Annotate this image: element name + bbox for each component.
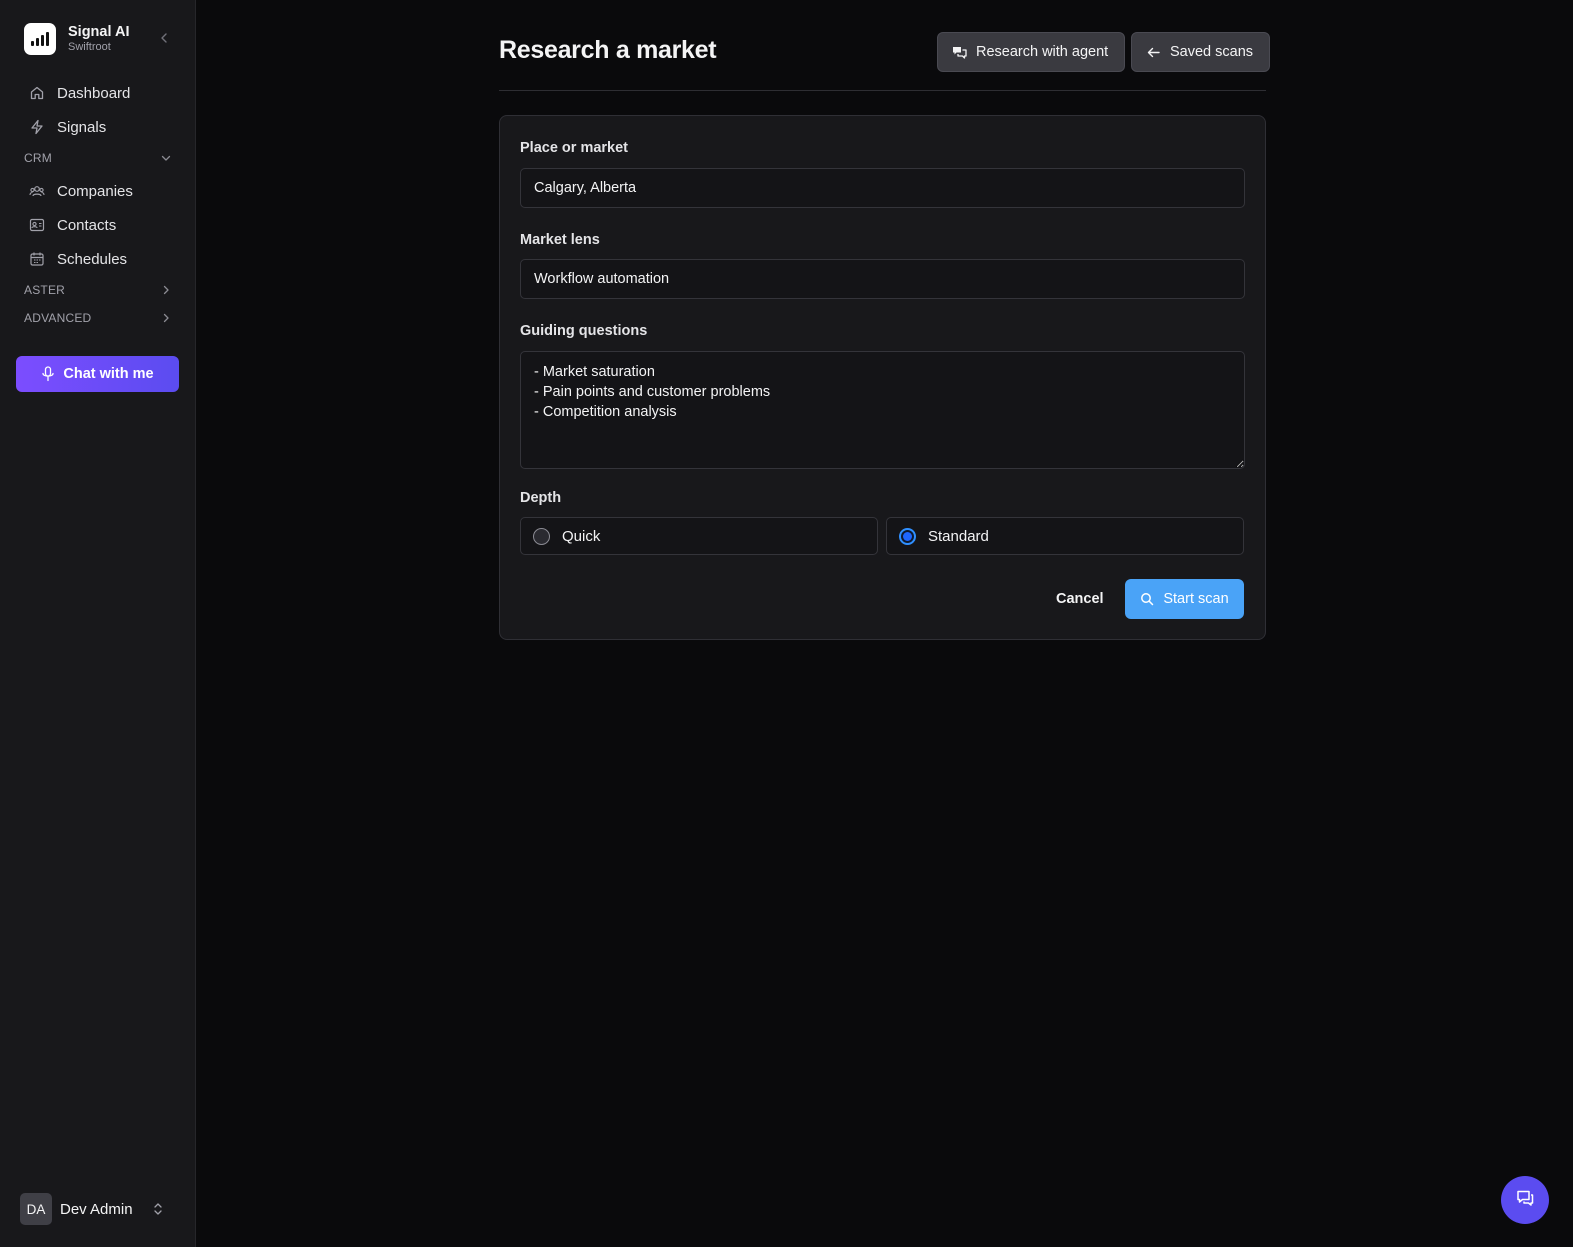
radio-label: Standard [928,527,989,545]
chat-icon [1515,1188,1535,1213]
market-lens-input[interactable] [520,259,1245,299]
section-label: ASTER [24,283,66,297]
sidebar: Signal AI Swiftroot Dashboard Signals CR… [0,0,196,1247]
header-divider [499,90,1266,91]
depth-label: Depth [520,490,562,506]
brand-title: Signal AI [68,23,130,40]
guiding-questions-textarea[interactable]: - Market saturation - Pain points and cu… [520,351,1245,469]
section-aster[interactable]: ASTER [24,280,172,300]
companies-icon [28,182,46,200]
microphone-icon [41,366,55,382]
chevron-down-icon [160,152,172,164]
depth-option-quick[interactable]: Quick [520,517,878,555]
support-chat-button[interactable] [1501,1176,1549,1224]
section-crm[interactable]: CRM [24,148,172,168]
research-form: Place or market Market lens Guiding ques… [499,115,1266,640]
chevrons-up-down-icon [152,1201,164,1217]
sidebar-item-dashboard[interactable]: Dashboard [28,80,130,106]
saved-scans-label: Saved scans [1170,44,1254,60]
section-label: CRM [24,151,52,165]
calendar-icon [28,250,46,268]
sidebar-item-companies[interactable]: Companies [28,178,133,204]
sidebar-item-label: Dashboard [57,84,131,102]
page-title: Research a market [499,36,717,64]
sidebar-item-contacts[interactable]: Contacts [28,212,116,238]
radio-label: Quick [562,527,601,545]
brand[interactable]: Signal AI Swiftroot [24,22,174,56]
arrow-left-icon [1146,45,1161,60]
market-lens-label: Market lens [520,232,600,248]
home-icon [28,84,46,102]
section-advanced[interactable]: ADVANCED [24,308,172,328]
sidebar-item-label: Signals [57,118,107,136]
place-label: Place or market [520,140,629,156]
cancel-button[interactable]: Cancel [1050,579,1110,619]
bolt-icon [28,118,46,136]
radio-button[interactable] [533,527,550,545]
user-menu[interactable]: DA Dev Admin [20,1193,172,1225]
chat-with-me-button[interactable]: Chat with me [16,356,179,392]
guiding-questions-label: Guiding questions [520,323,648,339]
section-label: ADVANCED [24,311,92,325]
chevron-right-icon [160,312,172,324]
research-with-agent-label: Research with agent [976,44,1109,60]
contact-card-icon [28,216,46,234]
sidebar-item-label: Schedules [57,250,128,268]
search-icon [1140,592,1154,606]
brand-subtitle: Swiftroot [68,41,111,54]
radio-button-selected[interactable] [899,527,916,545]
chevron-right-icon [160,284,172,296]
sidebar-item-label: Contacts [57,216,117,234]
depth-option-standard[interactable]: Standard [886,517,1244,555]
sidebar-item-signals[interactable]: Signals [28,114,106,140]
research-with-agent-button[interactable]: Research with agent [937,32,1126,72]
place-input[interactable] [520,168,1245,208]
collapse-sidebar-icon[interactable] [158,30,170,46]
avatar: DA [20,1193,52,1225]
start-scan-button[interactable]: Start scan [1125,579,1244,619]
sidebar-item-schedules[interactable]: Schedules [28,246,127,272]
signal-bars-icon [24,23,56,55]
chat-bubbles-icon [952,45,967,60]
start-scan-label: Start scan [1163,591,1229,607]
chat-button-label: Chat with me [63,366,154,382]
sidebar-item-label: Companies [57,182,133,200]
saved-scans-button[interactable]: Saved scans [1131,32,1271,72]
user-name: Dev Admin [60,1200,133,1218]
